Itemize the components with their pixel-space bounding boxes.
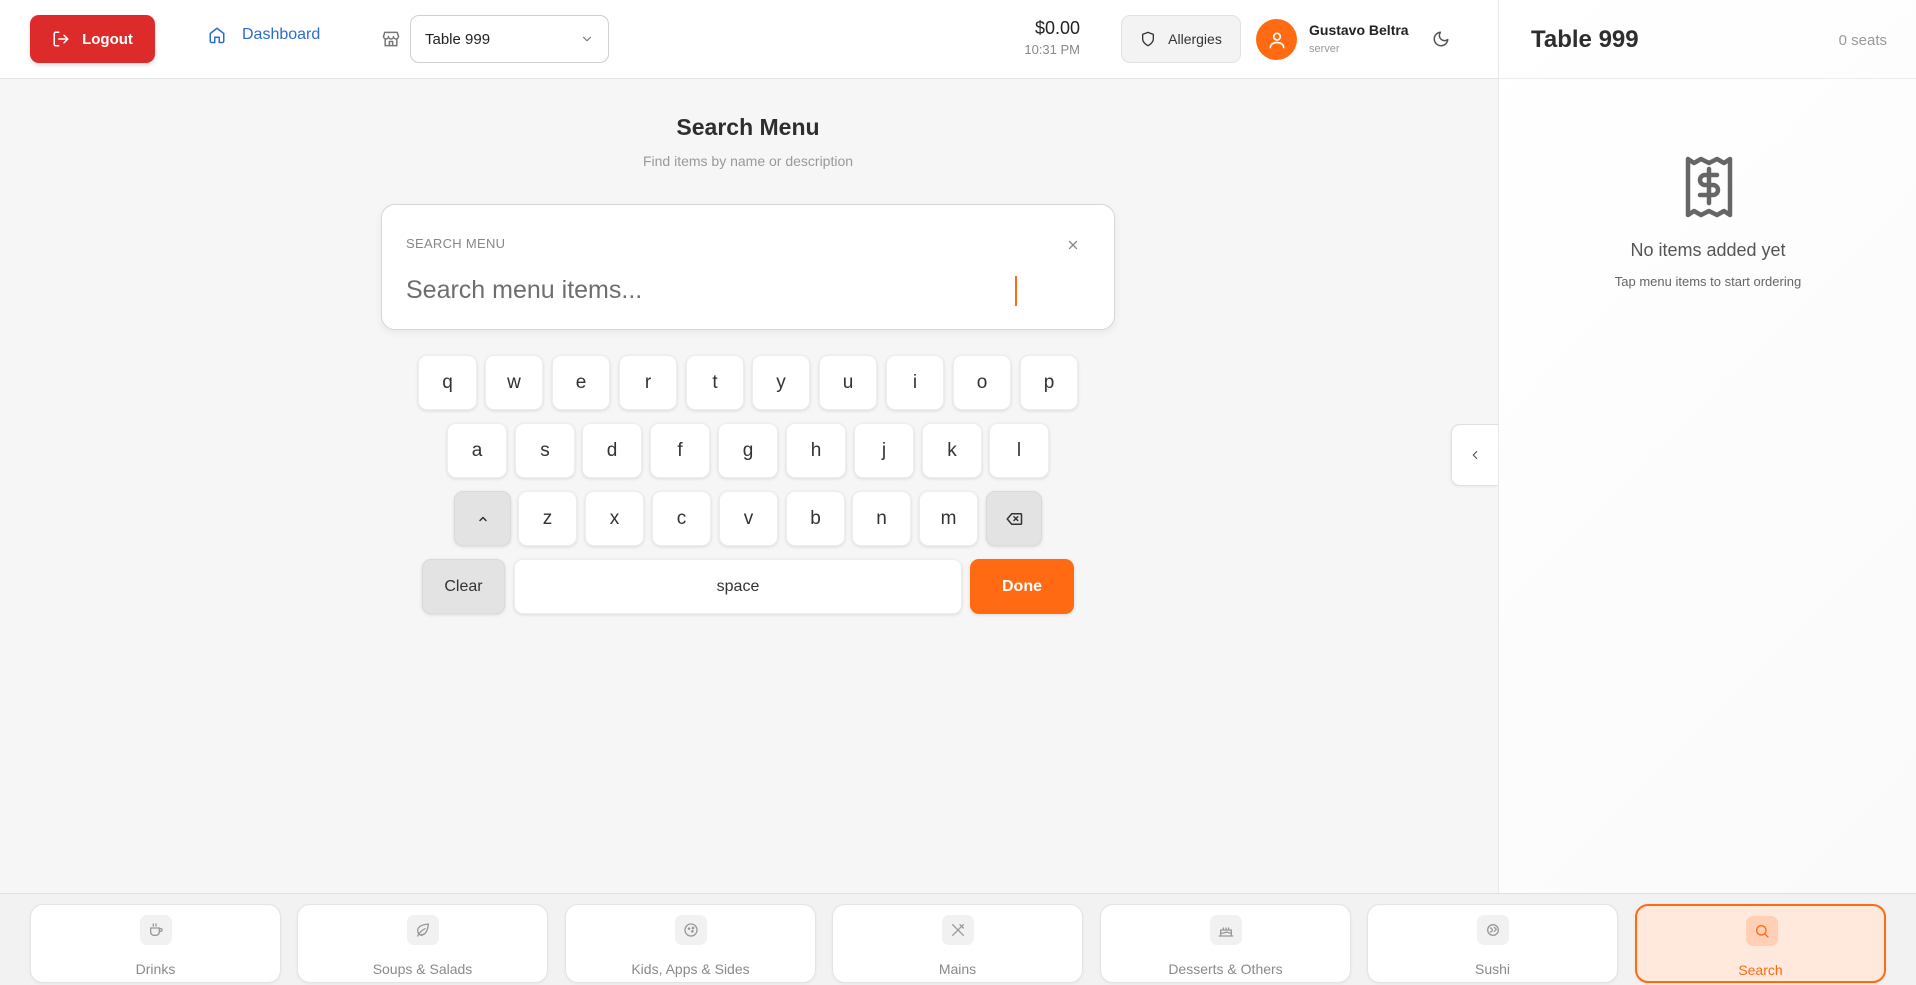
key-z[interactable]: z xyxy=(518,491,577,546)
key-i[interactable]: i xyxy=(886,355,944,410)
key-j[interactable]: j xyxy=(854,423,914,478)
avatar[interactable] xyxy=(1256,19,1297,60)
moon-icon[interactable] xyxy=(1432,30,1450,48)
user-role: server xyxy=(1309,43,1340,55)
cookie-icon xyxy=(675,915,707,945)
key-a[interactable]: a xyxy=(447,423,507,478)
key-f[interactable]: f xyxy=(650,423,710,478)
key-d[interactable]: d xyxy=(582,423,642,478)
store-icon xyxy=(382,31,400,47)
shield-icon xyxy=(1142,31,1155,47)
nav-label: Soups & Salads xyxy=(372,961,473,977)
key-e[interactable]: e xyxy=(552,355,610,410)
receipt-icon xyxy=(1685,156,1733,218)
order-panel: Table 999 0 seats No items added yet Tap… xyxy=(1498,0,1916,893)
order-panel-header: Table 999 0 seats xyxy=(1499,0,1916,79)
page-subtitle: Find items by name or description xyxy=(642,153,854,169)
chevron-left-icon xyxy=(1472,450,1478,460)
order-panel-title: Table 999 xyxy=(1531,26,1639,53)
text-caret xyxy=(1015,276,1017,306)
search-icon xyxy=(1746,916,1778,946)
nav-soups-salads[interactable]: Soups & Salads xyxy=(297,904,548,983)
nav-drinks[interactable]: Drinks xyxy=(30,904,281,983)
key-v[interactable]: v xyxy=(719,491,778,546)
nav-label: Desserts & Others xyxy=(1168,961,1283,977)
fish-icon xyxy=(1477,915,1509,945)
total-amount: $0.00 xyxy=(1034,18,1080,38)
order-total: $0.00 10:31 PM xyxy=(1010,18,1080,57)
key-x[interactable]: x xyxy=(585,491,644,546)
utensils-crossed-icon xyxy=(942,915,974,945)
top-header: Logout Dashboard Table 999 $0.00 10:31 P… xyxy=(0,0,1498,79)
key-h[interactable]: h xyxy=(786,423,846,478)
space-key[interactable]: space xyxy=(514,559,962,614)
key-l[interactable]: l xyxy=(989,423,1049,478)
key-n[interactable]: n xyxy=(852,491,911,546)
nav-label: Kids, Apps & Sides xyxy=(631,961,750,977)
key-g[interactable]: g xyxy=(718,423,778,478)
key-t[interactable]: t xyxy=(686,355,744,410)
nav-label: Search xyxy=(1738,962,1783,978)
nav-sushi[interactable]: Sushi xyxy=(1367,904,1618,983)
logout-button[interactable]: Logout xyxy=(30,15,155,63)
nav-label: Sushi xyxy=(1474,961,1511,977)
cake-icon xyxy=(1210,915,1242,945)
search-input[interactable] xyxy=(406,271,1046,309)
nav-desserts-others[interactable]: Desserts & Others xyxy=(1100,904,1351,983)
log-out-icon xyxy=(53,31,69,47)
logout-label: Logout xyxy=(82,30,133,48)
category-nav: Drinks Soups & Salads Kids, Apps & Sides… xyxy=(0,893,1916,985)
close-icon xyxy=(1068,240,1078,250)
search-field-label: SEARCH MENU xyxy=(406,236,506,251)
key-k[interactable]: k xyxy=(922,423,982,478)
clear-key[interactable]: Clear xyxy=(422,559,505,614)
backspace-key[interactable] xyxy=(986,491,1042,546)
nav-search[interactable]: Search xyxy=(1635,904,1886,983)
page-title: Search Menu xyxy=(676,114,820,140)
allergies-button[interactable]: Allergies xyxy=(1121,15,1241,63)
nav-label: Drinks xyxy=(135,961,176,977)
empty-order-title: No items added yet xyxy=(1630,240,1786,260)
key-b[interactable]: b xyxy=(786,491,845,546)
user-name: Gustavo Beltra xyxy=(1309,22,1409,38)
nav-label: Mains xyxy=(938,961,977,977)
key-c[interactable]: c xyxy=(652,491,711,546)
chevron-up-icon xyxy=(478,516,487,521)
nav-kids-apps-sides[interactable]: Kids, Apps & Sides xyxy=(565,904,816,983)
coffee-icon xyxy=(140,915,172,945)
user-icon xyxy=(1269,31,1284,48)
allergies-label: Allergies xyxy=(1168,31,1222,47)
key-m[interactable]: m xyxy=(919,491,978,546)
backspace-icon xyxy=(1006,512,1023,525)
key-u[interactable]: u xyxy=(819,355,877,410)
key-y[interactable]: y xyxy=(752,355,810,410)
table-select-value: Table 999 xyxy=(425,30,491,48)
seat-count: 0 seats xyxy=(1838,32,1887,49)
key-w[interactable]: w xyxy=(485,355,543,410)
close-search-button[interactable] xyxy=(1064,236,1082,254)
search-main: Search Menu Find items by name or descri… xyxy=(0,79,1498,893)
chevron-down-icon xyxy=(582,36,592,42)
home-icon xyxy=(209,27,225,44)
key-o[interactable]: o xyxy=(953,355,1011,410)
nav-mains[interactable]: Mains xyxy=(832,904,1083,983)
key-q[interactable]: q xyxy=(418,355,477,410)
current-time: 10:31 PM xyxy=(1024,42,1080,57)
key-s[interactable]: s xyxy=(515,423,575,478)
search-card: SEARCH MENU xyxy=(381,204,1115,330)
key-r[interactable]: r xyxy=(619,355,677,410)
done-button[interactable]: Done xyxy=(970,559,1074,614)
table-select[interactable]: Table 999 xyxy=(410,15,609,63)
collapse-panel-button[interactable] xyxy=(1451,424,1498,486)
empty-order-subtitle: Tap menu items to start ordering xyxy=(1614,274,1802,289)
dashboard-link[interactable]: Dashboard xyxy=(208,26,320,44)
key-p[interactable]: p xyxy=(1020,355,1078,410)
dashboard-label: Dashboard xyxy=(242,26,321,43)
leaf-icon xyxy=(407,915,439,945)
shift-key[interactable] xyxy=(454,491,511,546)
